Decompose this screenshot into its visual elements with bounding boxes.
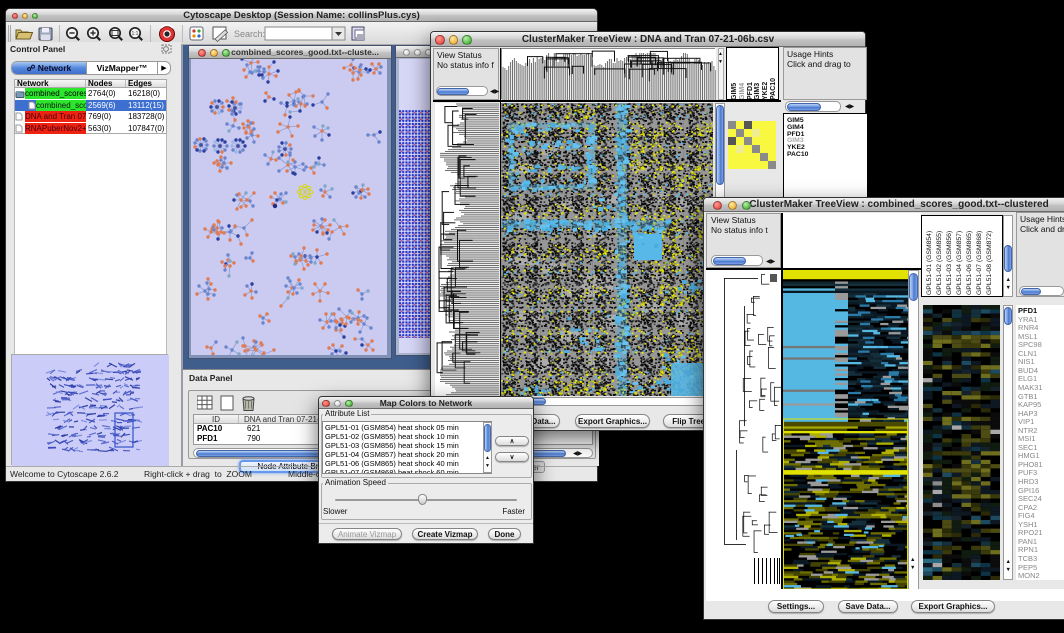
svg-text:1:1: 1:1 bbox=[132, 31, 139, 37]
svg-text:Search:: Search: bbox=[234, 29, 265, 39]
